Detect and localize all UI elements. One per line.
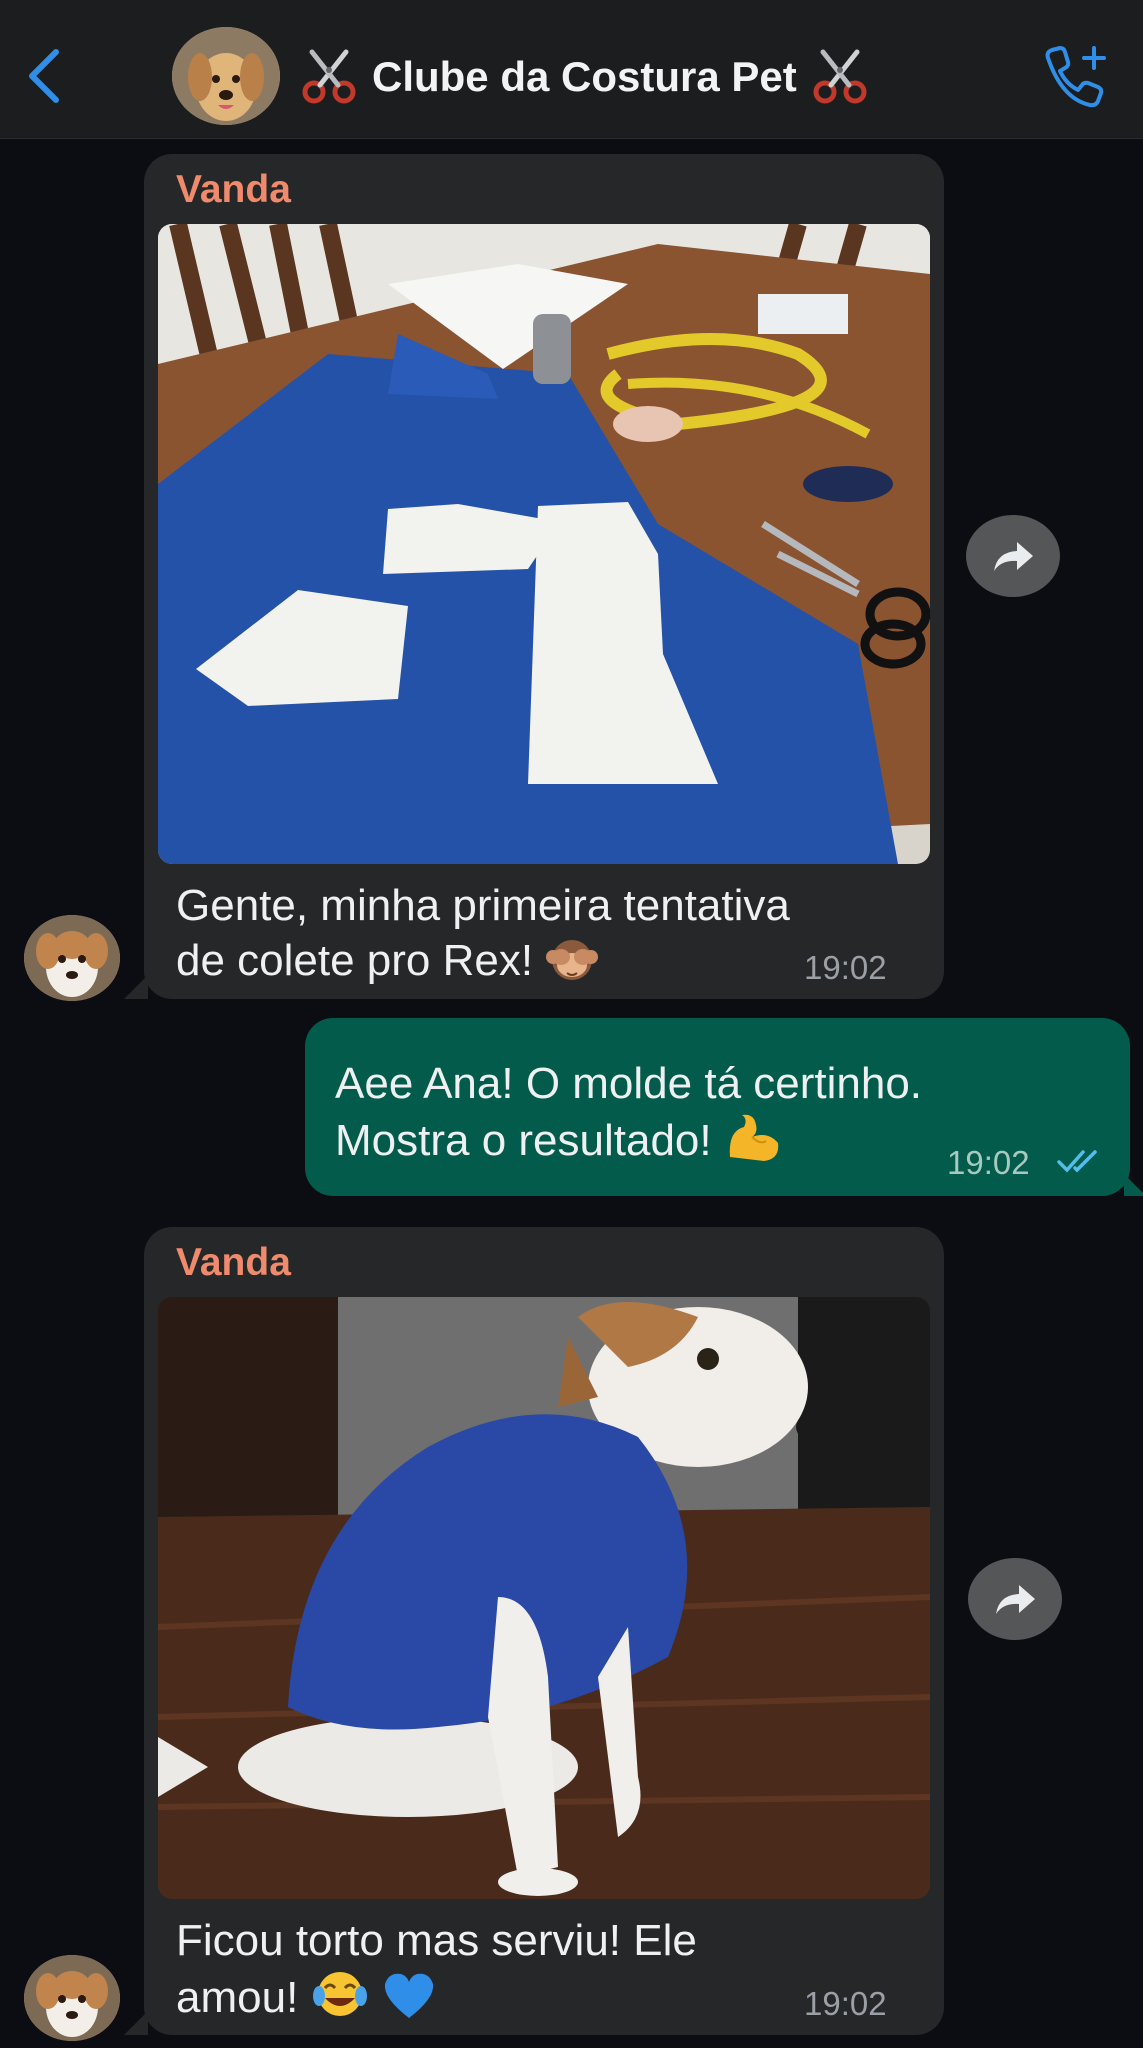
add-call-icon[interactable] [1040, 44, 1110, 108]
sender-name: Vanda [176, 168, 291, 211]
scissors-icon [813, 49, 867, 104]
group-avatar[interactable] [172, 27, 280, 125]
message-text: Ficou torto mas serviu! Ele amou! [176, 1916, 697, 2022]
chevron-left-icon[interactable] [22, 46, 68, 106]
tears-of-joy-emoji [312, 1972, 367, 2016]
group-name: Clube da Costura Pet [372, 53, 797, 100]
scissors-icon [302, 49, 356, 104]
sender-avatar[interactable] [24, 915, 120, 1001]
message-time: 19:02 [804, 949, 887, 986]
see-no-evil-monkey-emoji [546, 940, 599, 980]
forward-button[interactable] [966, 515, 1060, 597]
sender-name: Vanda [176, 1241, 291, 1284]
incoming-message-bubble[interactable]: Vanda Ficou torto mas serviu! Ele amou! [124, 1227, 944, 2035]
chat-title[interactable]: Clube da Costura Pet [300, 44, 869, 110]
chat-header: Clube da Costura Pet [0, 0, 1143, 139]
flexed-biceps-emoji [729, 1114, 779, 1161]
incoming-message-bubble[interactable]: Vanda Gente, minha primeira tentativa de… [124, 154, 944, 999]
message-time: 19:02 [804, 1985, 887, 2022]
message-time: 19:02 [947, 1144, 1030, 1181]
blue-heart-emoji [384, 1973, 433, 2018]
message-text: Aee Ana! O molde tá certinho. Mostra o r… [335, 1059, 923, 1165]
forward-arrow-icon [996, 1585, 1035, 1614]
read-receipt-icon [1057, 1150, 1097, 1173]
sender-avatar[interactable] [24, 1955, 120, 2041]
sewing-pattern-photo[interactable] [158, 224, 930, 864]
message-text: Gente, minha primeira tentativa de colet… [176, 881, 790, 985]
forward-button[interactable] [968, 1558, 1062, 1640]
forward-arrow-icon [994, 542, 1033, 571]
dog-in-blue-vest-photo[interactable] [158, 1297, 930, 1899]
outgoing-message-bubble[interactable]: Aee Ana! O molde tá certinho. Mostra o r… [305, 1018, 1143, 1196]
